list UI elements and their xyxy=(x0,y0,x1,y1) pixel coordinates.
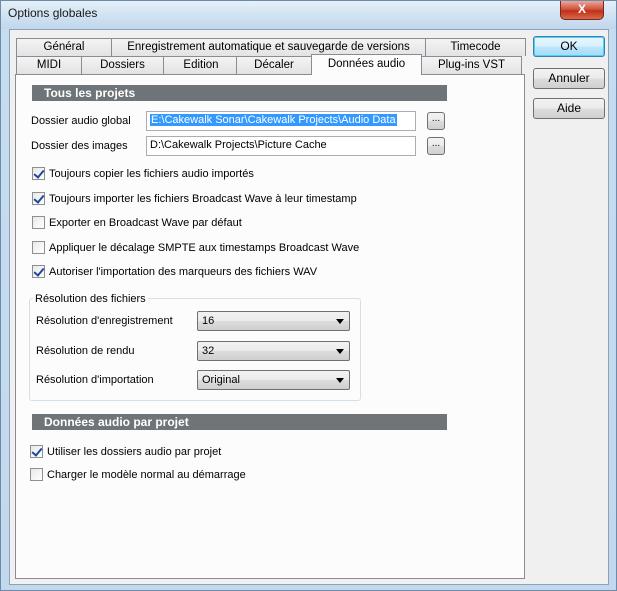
browse-images-button[interactable]: ... xyxy=(427,137,445,155)
images-folder-label: Dossier des images xyxy=(31,140,128,152)
import-resolution-select[interactable]: Original xyxy=(197,370,350,390)
help-button[interactable]: Aide xyxy=(533,98,605,119)
checkbox-export-bwf-default[interactable]: Exporter en Broadcast Wave par défaut xyxy=(32,216,242,229)
tab-row-bottom: MIDI Dossiers Edition xyxy=(16,56,239,74)
checkbox-box[interactable] xyxy=(32,192,45,205)
dialog-client-area: Général Enregistrement automatique et sa… xyxy=(9,29,609,585)
section-header-all-projects: Tous les projets xyxy=(32,85,447,101)
checkbox-label: Appliquer le décalage SMPTE aux timestam… xyxy=(49,241,360,254)
options-window: Options globales X Général Enregistremen… xyxy=(0,0,617,591)
checkbox-label: Toujours copier les fichiers audio impor… xyxy=(49,167,254,180)
close-button[interactable]: X xyxy=(560,1,604,20)
close-icon: X xyxy=(577,2,586,16)
ok-button[interactable]: OK xyxy=(533,36,605,57)
tab-folders[interactable]: Dossiers xyxy=(81,56,164,74)
checkbox-box[interactable] xyxy=(32,241,45,254)
import-resolution-value: Original xyxy=(202,374,240,386)
record-resolution-select[interactable]: 16 xyxy=(197,311,350,331)
tab-row-top: Général Enregistrement automatique et sa… xyxy=(16,38,526,56)
audio-data-panel: Tous les projets Dossier audio global E:… xyxy=(15,74,525,579)
tab-shift[interactable]: Décaler xyxy=(236,56,312,74)
checkbox-label: Autoriser l'importation des marqueurs de… xyxy=(49,265,318,278)
tab-midi[interactable]: MIDI xyxy=(16,56,82,74)
checkbox-box[interactable] xyxy=(30,468,43,481)
checkbox-box[interactable] xyxy=(30,445,43,458)
global-audio-folder-label: Dossier audio global xyxy=(31,115,131,127)
chevron-down-icon xyxy=(336,349,344,354)
render-resolution-label: Résolution de rendu xyxy=(36,345,135,357)
cancel-button[interactable]: Annuler xyxy=(533,68,605,89)
checkbox-box[interactable] xyxy=(32,265,45,278)
record-resolution-value: 16 xyxy=(202,315,215,327)
checkbox-use-per-project-folders[interactable]: Utiliser les dossiers audio par projet xyxy=(30,445,221,458)
global-audio-folder-value: E:\Cakewalk Sonar\Cakewalk Projects\Audi… xyxy=(150,114,397,126)
checkbox-label: Charger le modèle normal au démarrage xyxy=(47,468,246,481)
tab-edition[interactable]: Edition xyxy=(163,56,239,74)
resolution-group-title: Résolution des fichiers xyxy=(33,293,148,305)
checkbox-import-wav-markers[interactable]: Autoriser l'importation des marqueurs de… xyxy=(32,265,317,278)
tab-timecode[interactable]: Timecode xyxy=(425,38,526,56)
checkbox-box[interactable] xyxy=(32,216,45,229)
render-resolution-value: 32 xyxy=(202,345,215,357)
import-resolution-label: Résolution d'importation xyxy=(36,374,154,386)
section-header-per-project: Données audio par projet xyxy=(32,414,447,430)
title-bar[interactable]: Options globales X xyxy=(1,1,616,29)
tab-general[interactable]: Général xyxy=(16,38,112,56)
checkbox-label: Toujours importer les fichiers Broadcast… xyxy=(49,192,357,205)
checkbox-box[interactable] xyxy=(32,167,45,180)
images-folder-input[interactable]: D:\Cakewalk Projects\Picture Cache xyxy=(146,136,416,156)
checkbox-load-normal-template[interactable]: Charger le modèle normal au démarrage xyxy=(30,468,246,481)
checkbox-apply-smpte-offset[interactable]: Appliquer le décalage SMPTE aux timestam… xyxy=(32,241,359,254)
window-title: Options globales xyxy=(8,6,98,20)
global-audio-folder-input[interactable]: E:\Cakewalk Sonar\Cakewalk Projects\Audi… xyxy=(146,111,416,131)
chevron-down-icon xyxy=(336,378,344,383)
record-resolution-label: Résolution d'enregistrement xyxy=(36,315,173,327)
checkbox-import-bwf-timestamp[interactable]: Toujours importer les fichiers Broadcast… xyxy=(32,192,357,205)
browse-global-audio-button[interactable]: ... xyxy=(427,112,445,130)
checkbox-label: Exporter en Broadcast Wave par défaut xyxy=(49,216,242,229)
checkbox-label: Utiliser les dossiers audio par projet xyxy=(47,445,222,458)
tab-vst-plugins[interactable]: Plug-ins VST xyxy=(421,56,522,74)
chevron-down-icon xyxy=(336,319,344,324)
render-resolution-select[interactable]: 32 xyxy=(197,341,350,361)
tab-audio-data[interactable]: Données audio xyxy=(311,54,422,75)
checkbox-copy-imported-audio[interactable]: Toujours copier les fichiers audio impor… xyxy=(32,167,254,180)
